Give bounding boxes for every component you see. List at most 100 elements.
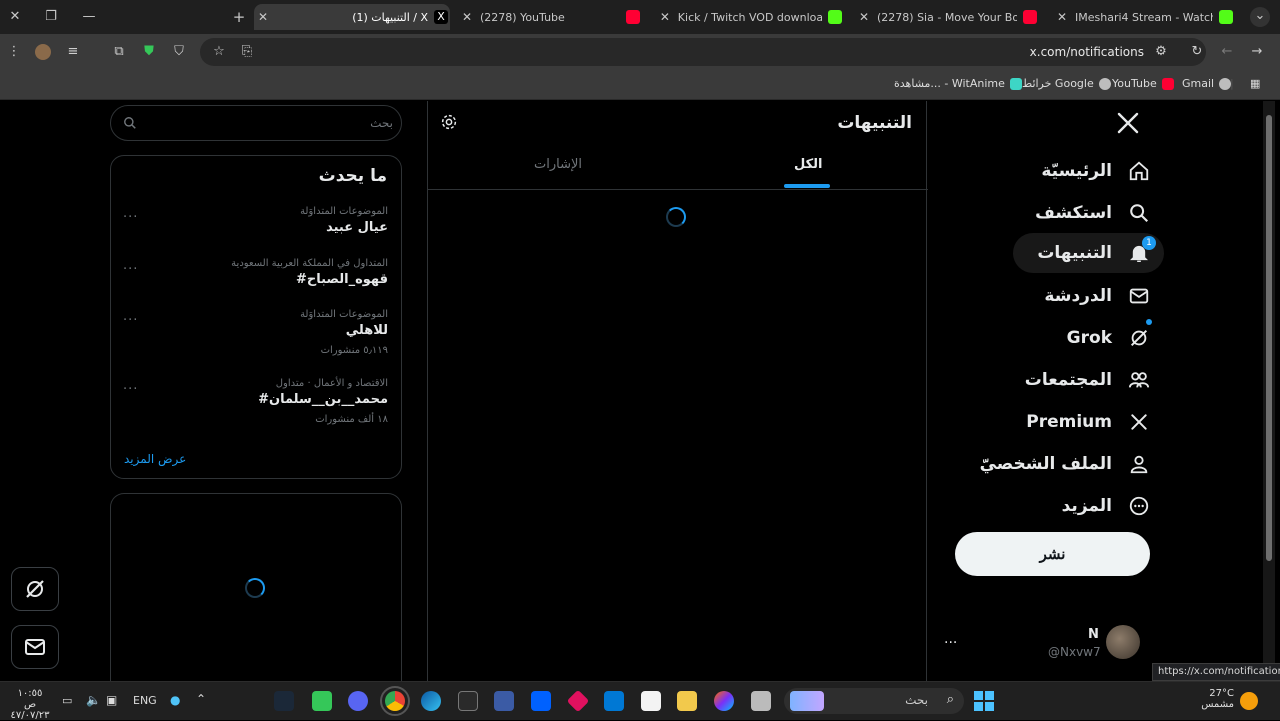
battery-icon[interactable]: ▭: [62, 694, 72, 707]
dropbox-taskbar-icon[interactable]: [531, 691, 551, 711]
restore-window-icon[interactable]: ❐: [42, 8, 60, 26]
page-scrollbar[interactable]: [1263, 101, 1275, 681]
tab-imeshari-stream[interactable]: ✕ IMeshari4 Stream - Watch Live: [1053, 4, 1235, 30]
microphone-icon[interactable]: ●: [170, 693, 180, 707]
nav-home[interactable]: الرئيسيّة: [1041, 151, 1152, 191]
tab-close-icon[interactable]: ✕: [1053, 10, 1071, 24]
account-switcher[interactable]: ... N @Nxvw7: [940, 615, 1150, 667]
bookmark-gmail[interactable]: Gmail: [1182, 77, 1232, 90]
trend-more-icon[interactable]: ...: [123, 309, 138, 324]
grok-floating-button[interactable]: [11, 567, 59, 611]
minimize-window-icon[interactable]: —: [80, 8, 98, 26]
trend-item[interactable]: الموضوعات المتداوَلة عيال عبيد ...: [111, 206, 401, 256]
notifications-column: التنبيهات الكل الإشارات: [427, 101, 928, 681]
trend-more-icon[interactable]: ...: [123, 258, 138, 273]
windows-start-icon[interactable]: [974, 691, 994, 711]
post-button[interactable]: نشر: [955, 532, 1150, 576]
epic-games-taskbar-icon[interactable]: [458, 691, 478, 711]
trend-more-icon[interactable]: ...: [123, 378, 138, 393]
gear-icon[interactable]: [440, 113, 460, 133]
install-app-icon[interactable]: ⎘: [238, 43, 256, 61]
chrome-taskbar-icon[interactable]: [380, 686, 410, 716]
nav-communities[interactable]: المجتمعات: [1025, 360, 1152, 400]
edge-taskbar-icon[interactable]: [421, 691, 441, 711]
profile-avatar-icon[interactable]: [35, 44, 51, 60]
clock[interactable]: ١٠:٥٥ ص ٤٧/٠٧/٢٣: [10, 688, 50, 721]
tab-all[interactable]: الكل: [794, 157, 823, 172]
all-bookmarks-grid-icon[interactable]: ▦: [1250, 77, 1260, 90]
bookmark-star-icon[interactable]: ☆: [210, 43, 228, 61]
nav-more[interactable]: المزيد: [1062, 486, 1152, 526]
tab-search-chevron-down-icon[interactable]: ⌄: [1250, 7, 1270, 27]
close-window-icon[interactable]: ✕: [6, 8, 24, 26]
nav-profile[interactable]: الملف الشخصيّ: [980, 444, 1152, 484]
show-more-link[interactable]: عرض المزيد: [124, 452, 186, 466]
site-settings-icon[interactable]: ⚙: [1152, 43, 1170, 61]
nav-label: Premium: [1026, 412, 1112, 432]
bookmark-google-maps[interactable]: خرائط Google: [1022, 77, 1111, 90]
taskbar-search[interactable]: بحث ⌕: [784, 688, 964, 714]
shield-extension-icon[interactable]: ⛊: [140, 43, 158, 61]
nav-messages[interactable]: الدردشة: [1044, 276, 1152, 316]
app-taskbar-icon[interactable]: [312, 691, 332, 711]
search-input[interactable]: [147, 113, 393, 133]
app-taskbar-icon[interactable]: [494, 691, 514, 711]
trend-name: للاهلي: [345, 323, 388, 338]
youtube-favicon-icon: [626, 10, 640, 24]
outlook-taskbar-icon[interactable]: [604, 691, 624, 711]
tab-close-icon[interactable]: ✕: [254, 10, 272, 24]
messages-floating-button[interactable]: [11, 625, 59, 669]
network-icon[interactable]: ▣: [106, 693, 117, 707]
privacy-badger-icon[interactable]: ⛉: [170, 43, 188, 61]
chevron-up-icon[interactable]: ⌃: [196, 692, 206, 706]
tab-close-icon[interactable]: ✕: [855, 10, 873, 24]
file-explorer-taskbar-icon[interactable]: [677, 691, 697, 711]
volume-icon[interactable]: 🔈: [86, 693, 101, 707]
app-taskbar-icon[interactable]: [566, 689, 590, 713]
witanime-icon: [1009, 77, 1022, 90]
discord-taskbar-icon[interactable]: [348, 691, 368, 711]
trend-item[interactable]: المتداول في المملكة العربية السعودية #قه…: [111, 258, 401, 308]
nav-label: المزيد: [1061, 496, 1112, 516]
new-tab-button[interactable]: +: [230, 8, 248, 26]
trend-item[interactable]: الموضوعات المتداوَلة للاهلي ٥٫١١٩ منشورا…: [111, 309, 401, 359]
x-logo-icon[interactable]: [1116, 111, 1140, 135]
copilot-taskbar-icon[interactable]: [714, 691, 734, 711]
nav-premium[interactable]: Premium: [1026, 402, 1152, 442]
trend-item[interactable]: الاقتصاد و الأعمال · متداول #محمد__بن__س…: [111, 378, 401, 428]
bookmark-label: YouTube: [1112, 77, 1157, 90]
scrollbar-thumb[interactable]: [1266, 115, 1272, 561]
youtube-icon: [1161, 77, 1174, 90]
app-taskbar-icon[interactable]: [751, 691, 771, 711]
extensions-puzzle-icon[interactable]: ⧉: [110, 43, 128, 61]
store-taskbar-icon[interactable]: [641, 691, 661, 711]
tab-kick-downloader[interactable]: ✕ Kick / Twitch VOD downloader: [656, 4, 842, 30]
browser-menu-icon[interactable]: ⋮: [5, 43, 23, 61]
weather-widget[interactable]: 27°C مشمس: [1196, 688, 1234, 710]
forward-arrow-icon[interactable]: ←: [1218, 43, 1236, 61]
tab-title: IMeshari4 Stream - Watch Live: [1075, 10, 1213, 24]
tab-close-icon[interactable]: ✕: [458, 10, 476, 24]
media-controls-icon[interactable]: ≡: [64, 43, 82, 61]
bookmark-youtube[interactable]: YouTube: [1112, 77, 1174, 90]
steam-taskbar-icon[interactable]: [274, 691, 294, 711]
tab-x-notifications[interactable]: ✕ (1) التنبيهات / X X: [254, 4, 450, 30]
address-bar[interactable]: ☆ ⎘ x.com/notifications ⚙: [200, 38, 1206, 66]
tab-close-icon[interactable]: ✕: [656, 10, 674, 24]
tab-mentions[interactable]: الإشارات: [534, 157, 582, 172]
nav-explore[interactable]: استكشف: [1035, 193, 1152, 233]
back-arrow-icon[interactable]: →: [1248, 43, 1266, 61]
reload-icon[interactable]: ↻: [1188, 43, 1206, 61]
nav-notifications[interactable]: التنبيهات 1: [1013, 233, 1164, 273]
input-language[interactable]: ENG: [133, 694, 157, 707]
search-box[interactable]: [110, 105, 402, 141]
tab-sia-youtube[interactable]: ✕ (2278) Sia - Move Your Body (A: [855, 4, 1041, 30]
tab-youtube[interactable]: ✕ (2278) YouTube: [458, 4, 648, 30]
bookmark-witanime[interactable]: مشاهدة... - WitAnime: [894, 77, 1022, 90]
avatar[interactable]: [1106, 625, 1140, 659]
nav-grok[interactable]: Grok: [1067, 318, 1152, 358]
loading-spinner: [245, 578, 265, 598]
weather-temp: 27°C: [1209, 688, 1234, 699]
account-more-icon[interactable]: ...: [944, 631, 957, 647]
trend-more-icon[interactable]: ...: [123, 206, 138, 221]
